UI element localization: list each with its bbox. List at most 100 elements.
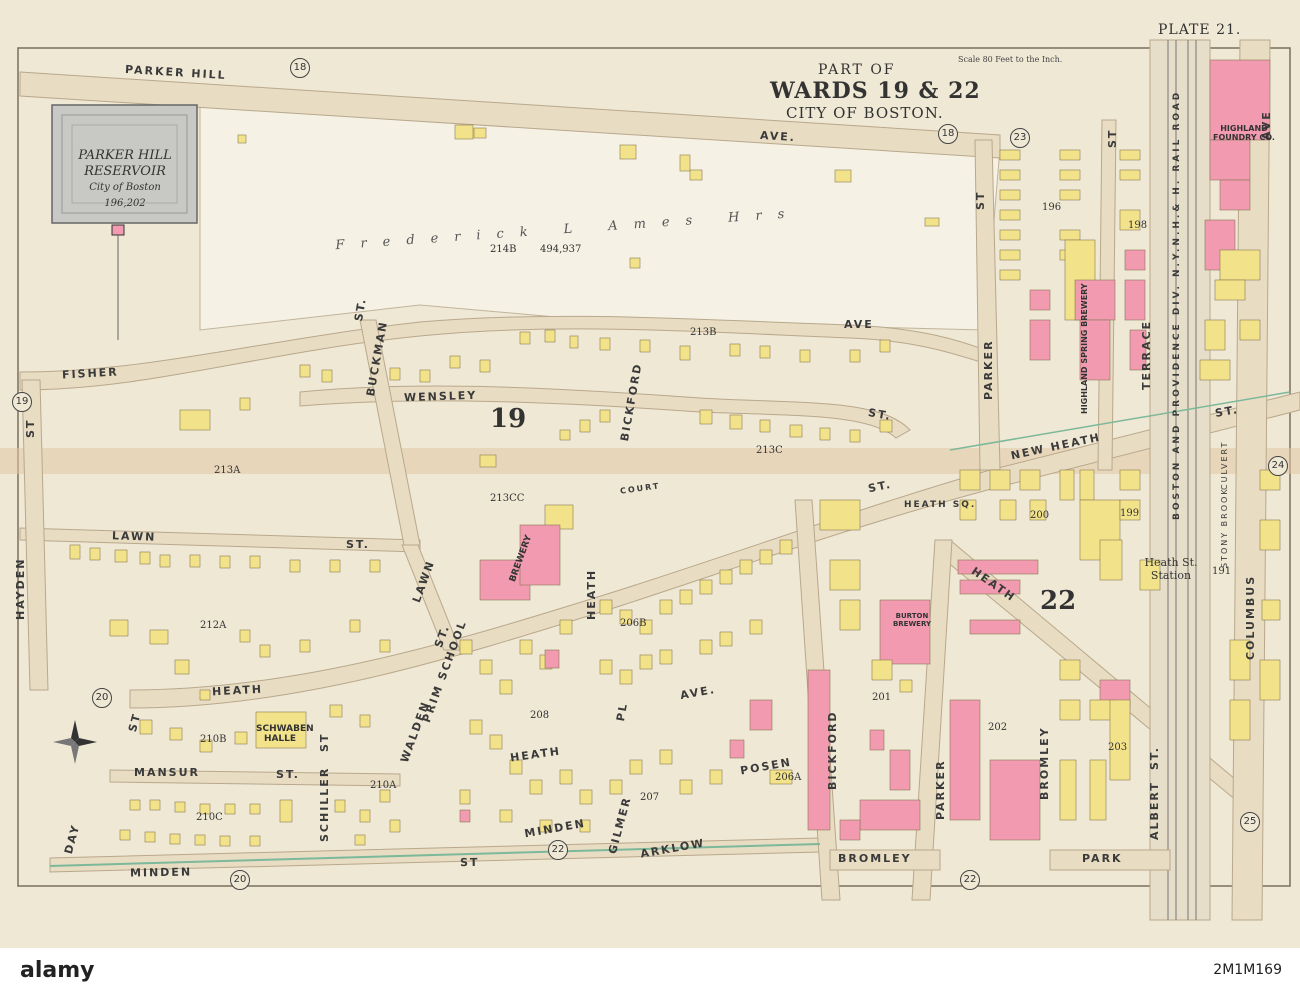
heath-st-station-label: Heath St. Station [1144, 556, 1198, 582]
building-footprint [479, 359, 491, 373]
building-footprint [789, 424, 803, 438]
watermark-logo: alamy [20, 958, 95, 983]
sheet-ref-18-b: 18 [938, 124, 958, 144]
atlas-plate: PLATE 21. PART OF WARDS 19 & 22 CITY OF … [0, 0, 1300, 948]
watermark-image-id: 2M1M169 [1213, 962, 1282, 978]
building-footprint [114, 549, 128, 563]
building-footprint [659, 749, 673, 765]
building-footprint [529, 779, 543, 795]
street-bromley: BROMLEY [1038, 726, 1051, 800]
title-wards: WARDS 19 & 22 [770, 78, 981, 104]
building-footprint [619, 144, 637, 160]
building-footprint [519, 639, 533, 655]
building-footprint [1204, 319, 1226, 351]
building-footprint [839, 599, 861, 631]
building-footprint [599, 659, 613, 675]
building-footprint [199, 689, 211, 701]
lot-208: 208 [530, 710, 550, 721]
building-footprint [544, 329, 556, 343]
building-footprint [829, 559, 861, 591]
map-stage: PLATE 21. PART OF WARDS 19 & 22 CITY OF … [0, 0, 1300, 994]
building-footprint [819, 499, 861, 531]
building-footprint [321, 369, 333, 383]
street-ave-parker-hill: AVE. [759, 128, 797, 145]
building-footprint [1119, 469, 1141, 491]
building-footprint [259, 644, 271, 658]
building-footprint [834, 169, 852, 183]
building-footprint [359, 714, 371, 728]
building-footprint [349, 619, 361, 633]
building-footprint [479, 454, 497, 468]
building-footprint [699, 409, 713, 425]
street-st-terrace: ST [1106, 128, 1119, 148]
building-footprint [1029, 319, 1051, 361]
building-footprint [1259, 519, 1281, 551]
building-footprint [379, 789, 391, 803]
building-footprint [849, 349, 861, 363]
street-st-parker: ST [974, 190, 987, 210]
building-footprint [1089, 759, 1107, 821]
sheet-ref-22-a: 22 [548, 840, 568, 860]
street-heath-west: HEATH [211, 682, 264, 699]
building-footprint [639, 339, 651, 353]
building-footprint [749, 619, 763, 635]
building-footprint [871, 659, 893, 681]
title-city: CITY OF BOSTON. [786, 104, 944, 122]
building-footprint [679, 589, 693, 605]
building-footprint [279, 799, 293, 823]
street-st-albert: ST. [1148, 746, 1161, 770]
building-footprint [989, 469, 1011, 491]
lot-201: 201 [872, 692, 892, 703]
building-footprint [189, 554, 201, 568]
building-footprint [449, 355, 461, 369]
building-footprint [859, 799, 921, 831]
building-footprint [459, 789, 471, 805]
lot-212a: 212A [200, 620, 227, 631]
lot-213c: 213C [756, 445, 783, 456]
building-footprint [759, 419, 771, 433]
building-footprint [89, 547, 101, 561]
building-footprint [109, 619, 129, 637]
building-footprint [329, 704, 343, 718]
building-footprint [989, 759, 1041, 841]
lot-206b: 206B [620, 618, 647, 629]
building-footprint [869, 729, 885, 751]
building-footprint [479, 659, 493, 675]
building-footprint [169, 833, 181, 845]
building-footprint [559, 429, 571, 441]
building-footprint [299, 364, 311, 378]
building-footprint [1079, 469, 1095, 501]
building-footprint [1059, 659, 1081, 681]
building-footprint [1219, 249, 1261, 281]
lot-200: 200 [1030, 510, 1050, 521]
watermark-bar [0, 948, 1300, 994]
street-parker-north: PARKER [982, 339, 995, 400]
building-footprint [69, 544, 81, 560]
building-footprint [849, 429, 861, 443]
lot-198: 198 [1128, 220, 1148, 231]
building-footprint [1029, 289, 1051, 311]
reservoir-area: 196,202 [104, 198, 146, 209]
reservoir-name-1: PARKER HILL [78, 148, 172, 163]
lot-210c: 210C [196, 812, 223, 823]
building-footprint [354, 834, 366, 846]
lot-199: 199 [1120, 508, 1140, 519]
ward-22-label: 22 [1040, 586, 1077, 616]
building-footprint [1119, 149, 1141, 161]
building-footprint [237, 134, 247, 144]
lot-202: 202 [988, 722, 1008, 733]
building-footprint [1019, 469, 1041, 491]
street-lawn: LAWN [111, 529, 157, 544]
lot-214b: 214B [490, 244, 517, 255]
sheet-ref-23: 23 [1010, 128, 1030, 148]
street-hayden: HAYDEN [14, 557, 27, 620]
building-footprint [879, 599, 931, 665]
plate-number: PLATE 21. [1158, 22, 1242, 38]
building-footprint [599, 599, 613, 615]
building-footprint [249, 803, 261, 815]
building-footprint [1059, 699, 1081, 721]
building-footprint [224, 803, 236, 815]
building-footprint [169, 727, 183, 741]
building-footprint [949, 699, 981, 821]
building-footprint [149, 629, 169, 645]
